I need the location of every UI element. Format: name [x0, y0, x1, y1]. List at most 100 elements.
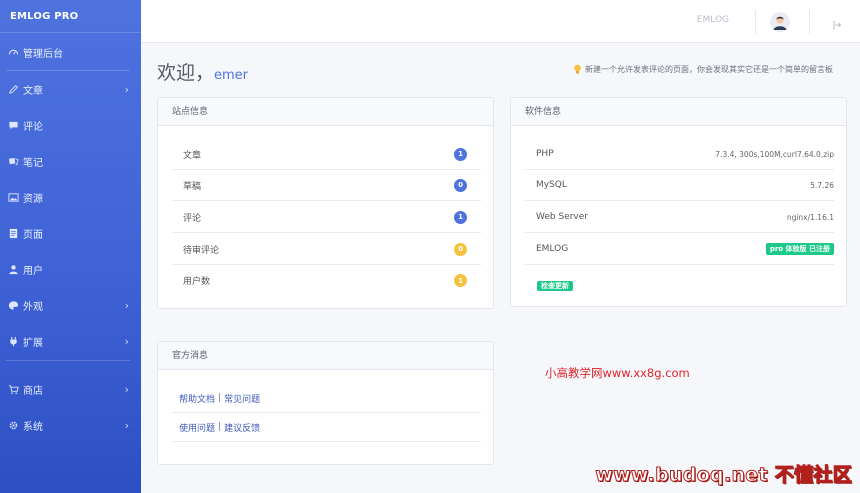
link-separator: |	[218, 393, 222, 403]
username: emer	[214, 68, 249, 83]
overlay-red-text: 小高教学网www.xx8g.com	[545, 366, 690, 380]
note-icon	[7, 155, 20, 168]
sidebar-item-comments[interactable]: 评论	[0, 114, 141, 136]
software-label: Web Server	[536, 212, 588, 222]
sidebar-item-label: 系统	[23, 421, 43, 433]
sidebar-item-pages[interactable]: 页面	[0, 222, 141, 244]
topbar-divider	[809, 10, 810, 34]
list-item: 帮助文档 | 常见问题	[172, 384, 481, 413]
stat-label: 评论	[183, 213, 202, 224]
welcome-heading: 欢迎，emer	[157, 58, 248, 85]
list-item[interactable]: 文章 1	[172, 139, 481, 170]
list-item: 使用问题 | 建议反馈	[172, 413, 481, 442]
sidebar-divider	[6, 70, 130, 71]
sidebar-item-label: 商店	[23, 385, 43, 397]
sidebar: EMLOG PRO 管理后台 文章 › 评论 笔记 资源 页面 用户 外观 › …	[0, 0, 141, 493]
gauge-icon	[7, 46, 20, 59]
sidebar-item-dashboard[interactable]: 管理后台	[0, 41, 141, 63]
chevron-right-icon: ›	[124, 299, 129, 312]
page-icon	[7, 227, 20, 240]
tip-notice: 新建一个允许发表评论的页面，你会发现其实它还是一个简单的留言板	[573, 64, 833, 75]
card-title: 站点信息	[158, 98, 493, 126]
software-label: MySQL	[536, 180, 567, 190]
software-label: EMLOG	[536, 244, 569, 254]
lightbulb-icon	[573, 64, 582, 75]
help-docs-link[interactable]: 帮助文档	[179, 392, 215, 405]
topbar-divider	[755, 10, 756, 34]
sidebar-item-label: 扩展	[23, 337, 43, 349]
chevron-right-icon: ›	[124, 83, 129, 96]
palette-icon	[7, 299, 20, 312]
comment-icon	[7, 119, 20, 132]
stat-label: 草稿	[183, 181, 202, 192]
faq-link[interactable]: 常见问题	[224, 392, 260, 405]
software-value: nginx/1.16.1	[786, 212, 834, 222]
license-badge: pro 体验版 已注册	[765, 243, 834, 255]
sidebar-item-label: 用户	[23, 265, 43, 277]
sidebar-item-users[interactable]: 用户	[0, 258, 141, 280]
official-news-card: 官方消息 帮助文档 | 常见问题 使用问题 | 建议反馈	[157, 341, 494, 465]
site-info-card: 站点信息 文章 1 草稿 0 评论 1 待审评论 0 用户数 1	[157, 97, 494, 309]
stat-label: 文章	[183, 150, 202, 161]
watermark: www.budoq.net 不懂社区	[595, 464, 852, 487]
count-badge: 0	[454, 242, 467, 256]
sidebar-item-appearance[interactable]: 外观 ›	[0, 294, 141, 316]
chevron-right-icon: ›	[124, 419, 129, 432]
image-icon	[7, 191, 20, 204]
count-badge: 1	[454, 274, 467, 287]
gear-icon	[7, 419, 20, 432]
card-title: 官方消息	[158, 342, 493, 370]
sidebar-item-articles[interactable]: 文章 ›	[0, 78, 141, 100]
usage-issues-link[interactable]: 使用问题	[179, 421, 215, 434]
list-item: MySQL 5.7.26	[525, 170, 834, 201]
cart-icon	[7, 383, 20, 396]
brand-logo[interactable]: EMLOG PRO	[0, 0, 141, 33]
list-item[interactable]: 草稿 0	[172, 170, 481, 201]
list-item: PHP 7.3.4, 300s,100M,curl7.64.0,zip	[525, 139, 834, 170]
software-value: 5.7.26	[810, 180, 834, 190]
sidebar-divider	[6, 360, 130, 361]
list-item[interactable]: 评论 1	[172, 202, 481, 233]
count-badge: 1	[454, 210, 467, 224]
software-value: 7.3.4, 300s,100M,curl7.64.0,zip	[715, 149, 834, 159]
sidebar-item-label: 文章	[23, 85, 43, 97]
sidebar-item-store[interactable]: 商店 ›	[0, 378, 141, 400]
list-item[interactable]: 用户数 1	[172, 265, 481, 296]
stat-label: 待审评论	[183, 245, 220, 256]
sidebar-item-resources[interactable]: 资源	[0, 186, 141, 208]
chevron-right-icon: ›	[124, 335, 129, 348]
welcome-text: 欢迎，	[157, 62, 215, 84]
topbar: EMLOG	[141, 0, 860, 43]
list-item: Web Server nginx/1.16.1	[525, 202, 834, 233]
pencil-icon	[7, 83, 20, 96]
plug-icon	[7, 335, 20, 348]
sidebar-item-label: 评论	[23, 121, 43, 133]
site-name-link[interactable]: EMLOG	[697, 15, 729, 25]
list-item[interactable]: 待审评论 0	[172, 234, 481, 265]
avatar[interactable]	[770, 12, 790, 32]
count-badge: 0	[454, 178, 467, 192]
stat-label: 用户数	[183, 277, 211, 287]
feedback-link[interactable]: 建议反馈	[224, 421, 260, 434]
sidebar-item-extensions[interactable]: 扩展 ›	[0, 330, 141, 352]
chevron-right-icon: ›	[124, 383, 129, 396]
card-title: 软件信息	[511, 98, 846, 126]
software-label: PHP	[536, 149, 554, 159]
sidebar-item-label: 管理后台	[23, 48, 63, 60]
tip-text: 新建一个允许发表评论的页面，你会发现其实它还是一个简单的留言板	[585, 65, 833, 74]
link-separator: |	[218, 422, 222, 432]
sidebar-item-label: 页面	[23, 229, 43, 241]
user-avatar-icon	[770, 12, 790, 32]
software-info-card: 软件信息 PHP 7.3.4, 300s,100M,curl7.64.0,zip…	[510, 97, 847, 307]
sidebar-item-notes[interactable]: 笔记	[0, 150, 141, 172]
sidebar-item-label: 外观	[23, 301, 43, 313]
list-item: EMLOG pro 体验版 已注册	[525, 234, 834, 265]
count-badge: 1	[454, 147, 467, 161]
logout-icon[interactable]	[830, 16, 842, 30]
check-update-wrap: 检查更新	[537, 273, 573, 292]
user-icon	[7, 263, 20, 276]
check-update-button[interactable]: 检查更新	[537, 281, 573, 291]
sidebar-item-label: 资源	[23, 193, 43, 205]
sidebar-item-label: 笔记	[23, 157, 43, 169]
sidebar-item-system[interactable]: 系统 ›	[0, 414, 141, 436]
